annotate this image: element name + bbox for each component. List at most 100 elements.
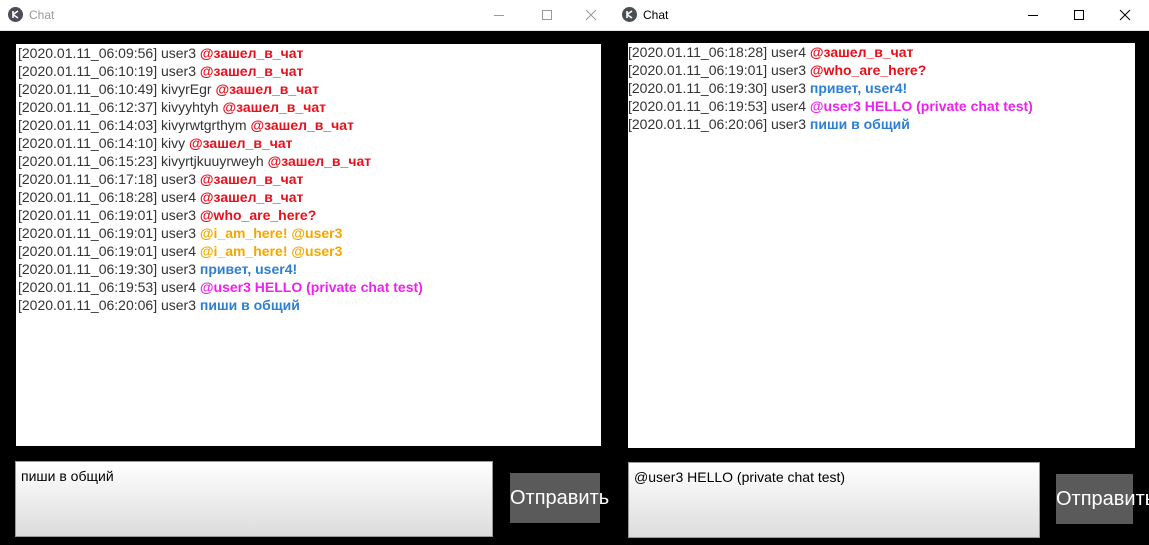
message-user: user4 — [770, 98, 807, 114]
title-bar[interactable]: Chat — [0, 0, 614, 31]
message-row: [2020.01.11_06:20:06] user3 пиши в общий — [18, 296, 601, 314]
message-row: [2020.01.11_06:10:19] user3 @зашел_в_чат — [18, 62, 601, 80]
message-timestamp: [2020.01.11_06:18:28] — [18, 189, 158, 205]
chat-window-left: Chat [2020.01.11_06:09:56] user3 @зашел_… — [0, 0, 614, 545]
send-button[interactable]: Отправить — [1056, 474, 1149, 524]
message-timestamp: [2020.01.11_06:19:01] — [628, 62, 768, 78]
message-row: [2020.01.11_06:09:56] user3 @зашел_в_чат — [18, 44, 601, 62]
minimize-icon — [494, 15, 504, 16]
message-timestamp: [2020.01.11_06:10:49] — [18, 81, 158, 97]
message-user: kivyyhtyh — [160, 99, 219, 115]
message-row: [2020.01.11_06:17:18] user3 @зашел_в_чат — [18, 170, 601, 188]
minimize-button[interactable] — [1010, 0, 1056, 30]
message-row: [2020.01.11_06:19:53] user4 @user3 HELLO… — [628, 97, 1135, 115]
message-timestamp: [2020.01.11_06:19:01] — [18, 243, 158, 259]
message-text: пиши в общий — [809, 116, 910, 132]
message-user: user3 — [160, 261, 197, 277]
chat-log[interactable]: [2020.01.11_06:18:28] user4 @зашел_в_чат… — [628, 43, 1135, 448]
minimize-icon — [1028, 15, 1038, 16]
maximize-icon — [542, 10, 552, 20]
message-input[interactable]: @user3 HELLO (private chat test) — [628, 462, 1040, 538]
message-row: [2020.01.11_06:14:03] kivyrwtgrthym @заш… — [18, 116, 601, 134]
kivy-logo-icon — [622, 7, 637, 22]
message-timestamp: [2020.01.11_06:19:30] — [628, 80, 768, 96]
chat-log[interactable]: [2020.01.11_06:09:56] user3 @зашел_в_чат… — [16, 44, 601, 446]
kivy-logo-icon — [8, 7, 23, 22]
message-row: [2020.01.11_06:14:10] kivy @зашел_в_чат — [18, 134, 601, 152]
chat-window-right: Chat [2020.01.11_06:18:28] user4 @зашел_… — [614, 0, 1149, 545]
message-row: [2020.01.11_06:10:49] kivyrEgr @зашел_в_… — [18, 80, 601, 98]
message-user: user4 — [160, 279, 197, 295]
message-timestamp: [2020.01.11_06:19:30] — [18, 261, 158, 277]
message-text: @user3 HELLO (private chat test) — [809, 98, 1033, 114]
message-user: kivyrEgr — [160, 81, 212, 97]
maximize-button[interactable] — [524, 0, 570, 30]
message-user: user4 — [160, 243, 197, 259]
message-timestamp: [2020.01.11_06:12:37] — [18, 99, 158, 115]
message-text: @зашел_в_чат — [199, 45, 304, 61]
message-text: привет, user4! — [199, 261, 298, 277]
send-button[interactable]: Отправить — [510, 473, 609, 523]
send-button-label: Отправить — [510, 487, 610, 509]
message-row: [2020.01.11_06:19:30] user3 привет, user… — [18, 260, 601, 278]
message-user: user3 — [160, 63, 197, 79]
message-user: user3 — [160, 45, 197, 61]
message-user: user3 — [160, 171, 197, 187]
message-timestamp: [2020.01.11_06:17:18] — [18, 171, 158, 187]
message-row: [2020.01.11_06:19:01] user4 @i_am_here! … — [18, 242, 601, 260]
message-text: @зашел_в_чат — [199, 63, 304, 79]
window-title: Chat — [643, 8, 669, 22]
message-row: [2020.01.11_06:19:30] user3 привет, user… — [628, 79, 1135, 97]
message-row: [2020.01.11_06:19:01] user3 @who_are_her… — [18, 206, 601, 224]
message-text: @i_am_here! @user3 — [199, 225, 343, 241]
close-icon — [1119, 9, 1131, 21]
minimize-button[interactable] — [476, 0, 522, 30]
message-text: @зашел_в_чат — [215, 81, 319, 97]
message-text: привет, user4! — [809, 80, 908, 96]
message-user: user3 — [160, 297, 197, 313]
title-bar[interactable]: Chat — [614, 0, 1149, 31]
message-timestamp: [2020.01.11_06:19:53] — [18, 279, 158, 295]
message-text: @i_am_here! @user3 — [199, 243, 343, 259]
message-timestamp: [2020.01.11_06:20:06] — [18, 297, 158, 313]
message-timestamp: [2020.01.11_06:14:10] — [18, 135, 158, 151]
maximize-icon — [1074, 10, 1084, 20]
message-user: kivyrwtgrthym — [160, 117, 247, 133]
message-row: [2020.01.11_06:18:28] user4 @зашел_в_чат — [628, 43, 1135, 61]
message-row: [2020.01.11_06:15:23] kivyrtjkuuyrweyh @… — [18, 152, 601, 170]
close-button[interactable] — [568, 0, 614, 30]
message-text: @зашел_в_чат — [267, 153, 372, 169]
message-text: @зашел_в_чат — [189, 135, 293, 151]
message-timestamp: [2020.01.11_06:10:19] — [18, 63, 158, 79]
message-user: kivyrtjkuuyrweyh — [160, 153, 264, 169]
message-row: [2020.01.11_06:20:06] user3 пиши в общий — [628, 115, 1135, 133]
message-text: пиши в общий — [199, 297, 300, 313]
message-timestamp: [2020.01.11_06:19:01] — [18, 207, 158, 223]
message-user: user3 — [160, 225, 197, 241]
send-button-label: Отправить — [1056, 488, 1149, 510]
window-title: Chat — [29, 8, 55, 22]
message-user: user3 — [770, 80, 807, 96]
message-user: kivy — [160, 135, 186, 151]
message-user: user4 — [160, 189, 197, 205]
message-timestamp: [2020.01.11_06:19:53] — [628, 98, 768, 114]
message-row: [2020.01.11_06:19:53] user4 @user3 HELLO… — [18, 278, 601, 296]
message-user: user3 — [160, 207, 197, 223]
message-text: @зашел_в_чат — [222, 99, 326, 115]
message-user: user4 — [770, 44, 807, 60]
maximize-button[interactable] — [1056, 0, 1102, 30]
message-row: [2020.01.11_06:12:37] kivyyhtyh @зашел_в… — [18, 98, 601, 116]
message-timestamp: [2020.01.11_06:14:03] — [18, 117, 158, 133]
message-text: @зашел_в_чат — [199, 189, 304, 205]
message-text: @user3 HELLO (private chat test) — [199, 279, 423, 295]
message-timestamp: [2020.01.11_06:19:01] — [18, 225, 158, 241]
message-text: @who_are_here? — [199, 207, 317, 223]
message-row: [2020.01.11_06:18:28] user4 @зашел_в_чат — [18, 188, 601, 206]
message-input[interactable]: пиши в общий — [15, 461, 493, 537]
close-button[interactable] — [1102, 0, 1148, 30]
message-timestamp: [2020.01.11_06:18:28] — [628, 44, 768, 60]
message-text: @зашел_в_чат — [250, 117, 354, 133]
message-user: user3 — [770, 116, 807, 132]
message-row: [2020.01.11_06:19:01] user3 @who_are_her… — [628, 61, 1135, 79]
message-row: [2020.01.11_06:19:01] user3 @i_am_here! … — [18, 224, 601, 242]
